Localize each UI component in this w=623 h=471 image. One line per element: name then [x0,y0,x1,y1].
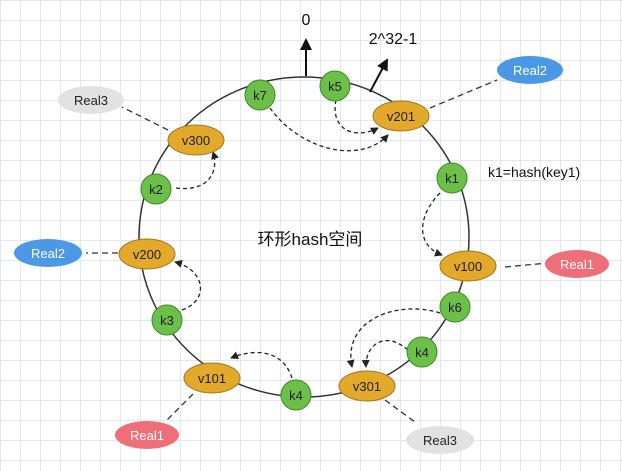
key-node-k2: k2 [140,173,172,205]
virtual-node-v100: v100 [439,250,497,282]
svg-text:Real2: Real2 [513,63,547,78]
connector-v100-real1 [504,262,549,268]
virtual-node-v101: v101 [183,362,241,394]
svg-text:v300: v300 [182,133,210,148]
svg-text:k1: k1 [445,171,459,186]
real-node-real3-bottom: Real3 [406,426,474,454]
svg-text:k4: k4 [289,388,303,403]
real-node-real1-bottom: Real1 [115,421,179,449]
mapping-arrow-k3-v200 [174,259,201,311]
key-node-k3: k3 [151,304,183,336]
connector-v300-real3 [121,106,169,131]
connector-v101-real1 [166,393,194,421]
svg-text:v200: v200 [133,247,161,262]
key-node-k5: k5 [319,70,351,102]
connector-v201-real2 [429,79,498,109]
svg-text:v201: v201 [387,109,415,124]
virtual-node-v300: v300 [167,124,225,156]
real-node-real3-top: Real3 [58,86,124,114]
real-node-real2-left: Real2 [14,239,82,267]
mapping-arrow-k5-v201 [334,99,379,135]
mapping-arrow-k7-v201 [269,107,389,152]
mapping-arrow-k2-v300 [175,151,219,190]
svg-text:Real3: Real3 [423,433,457,448]
svg-text:v101: v101 [198,371,226,386]
key-node-k1: k1 [436,162,468,194]
annotation-label: k1=hash(key1) [488,164,580,180]
svg-text:v100: v100 [454,259,482,274]
center-label: 环形hash空间 [258,230,363,249]
svg-text:k5: k5 [328,79,342,94]
key-node-k4-bottom: k4 [280,379,312,411]
key-node-k4-right: k4 [406,336,438,368]
svg-text:v301: v301 [353,379,381,394]
connector-v301-real3 [384,399,416,423]
svg-text:k6: k6 [448,300,462,315]
svg-text:Real1: Real1 [130,428,164,443]
svg-text:Real1: Real1 [560,257,594,272]
max-label: 2^32-1 [369,31,418,48]
real-node-real2-right: Real2 [497,56,563,84]
virtual-node-v201: v201 [372,100,430,132]
svg-text:Real3: Real3 [74,93,108,108]
svg-text:Real2: Real2 [31,246,65,261]
real-node-real1-right: Real1 [545,250,609,278]
mapping-arrow-k4-v301 [361,339,409,368]
key-node-k7: k7 [244,79,276,111]
svg-text:k3: k3 [160,313,174,328]
max-arrow [369,58,388,93]
key-node-k6: k6 [439,291,471,323]
virtual-node-v301: v301 [338,370,396,402]
svg-text:k7: k7 [253,88,267,103]
virtual-node-v200: v200 [118,238,176,270]
mapping-arrow-k1-v100 [421,192,443,257]
mapping-arrow-k4-v101 [230,351,293,379]
consistent-hash-ring-diagram: 0 2^32-1 环形hash空间 k1=hash(key1) Real3 Re… [14,12,609,454]
svg-text:k4: k4 [415,345,429,360]
zero-label: 0 [302,12,311,29]
svg-text:k2: k2 [149,182,163,197]
